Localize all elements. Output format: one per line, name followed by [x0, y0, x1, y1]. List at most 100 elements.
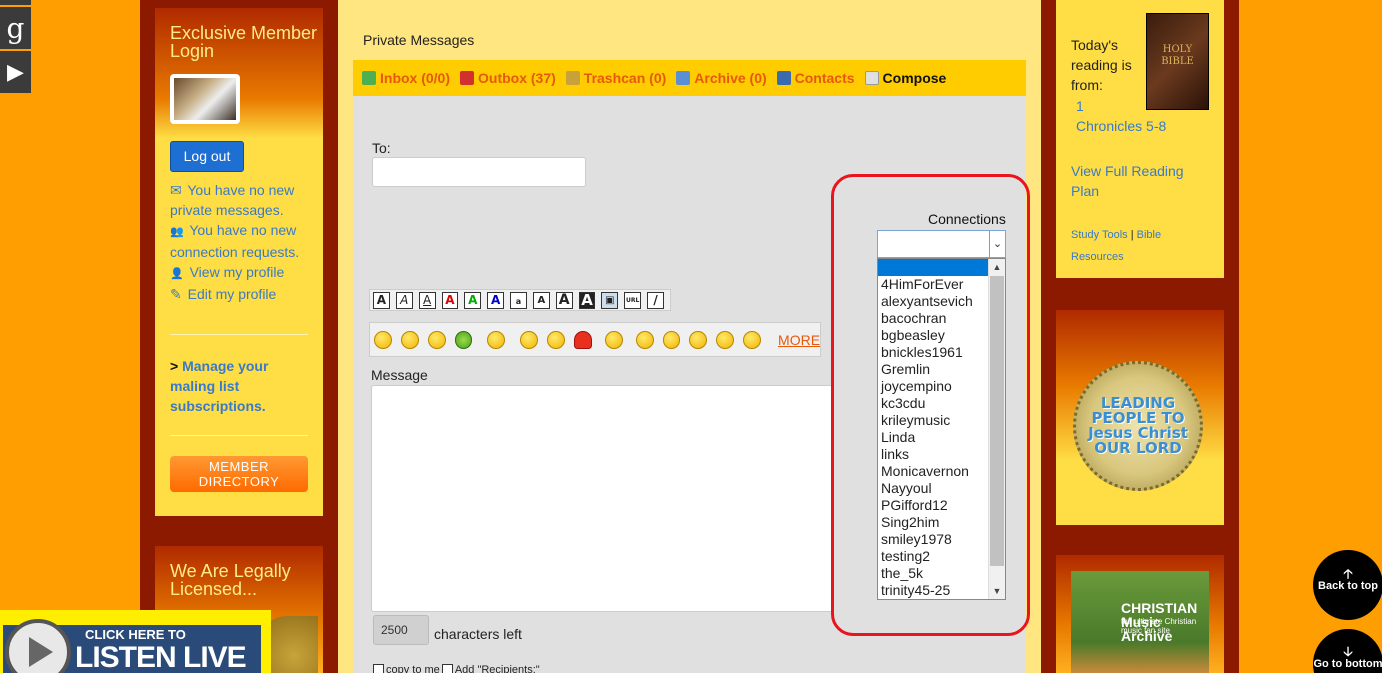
tab-outbox-label: Outbox (37) [478, 70, 556, 86]
chevron-down-icon[interactable]: ⌄ [989, 231, 1005, 257]
divider [170, 334, 308, 335]
heart-icon[interactable] [574, 330, 592, 349]
chars-left-counter: 2500 [373, 615, 429, 645]
tab-trashcan[interactable]: Trashcan (0) [565, 70, 666, 86]
tab-inbox-label: Inbox (0/0) [380, 70, 451, 86]
scroll-down-icon[interactable]: ▼ [989, 583, 1005, 599]
normal-text-button[interactable]: A [532, 291, 550, 309]
italic-button[interactable]: A [395, 291, 413, 309]
christian-music-archive-banner[interactable]: CHRISTIAN Music Archive the ultimate Chr… [1071, 571, 1209, 673]
copy-to-me-checkbox[interactable] [373, 664, 384, 673]
logout-button[interactable]: Log out [170, 141, 244, 172]
connections-option[interactable]: links [878, 446, 1005, 463]
arrow-up-icon: 🡡 [1343, 566, 1353, 581]
play-icon [5, 619, 71, 673]
add-recipients-checkbox[interactable] [441, 664, 453, 673]
reading-reference-link[interactable]: 1 Chronicles 5-8 [1076, 96, 1186, 136]
tab-archive[interactable]: Archive (0) [676, 70, 767, 86]
smiley-icon[interactable] [487, 330, 506, 349]
connections-option[interactable]: Gremlin [878, 361, 1005, 378]
go-to-bottom-button[interactable]: 🡣 Go to bottom [1313, 629, 1382, 673]
strike-button[interactable]: / [647, 291, 664, 309]
smiley-icon[interactable] [374, 330, 392, 349]
huge-text-button[interactable]: A [578, 291, 596, 309]
play-icon[interactable]: ▶ [0, 51, 31, 93]
social-button-top[interactable] [0, 0, 31, 5]
connections-option[interactable]: alexyantsevich [878, 293, 1005, 310]
connections-scrollbar[interactable]: ▲ ▼ [988, 259, 1005, 599]
connections-option-empty[interactable] [878, 259, 989, 276]
study-tools-links: Study Tools | Bible Resources [1071, 224, 1201, 268]
more-smileys-link[interactable]: MORE [778, 332, 820, 348]
small-text-button[interactable]: a [510, 291, 527, 309]
tab-compose[interactable]: Compose [864, 70, 946, 86]
blue-text-button[interactable]: A [487, 291, 505, 309]
connections-option[interactable]: bacochran [878, 310, 1005, 327]
image-icon[interactable]: ▣ [601, 291, 619, 309]
connections-dropdown-list[interactable]: 4HimForEver alexyantsevich bacochran bgb… [877, 258, 1006, 600]
connections-option[interactable]: Sing2him [878, 514, 1005, 531]
connections-option[interactable]: Linda [878, 429, 1005, 446]
login-panel-title: Exclusive Member Login [170, 23, 318, 61]
smiley-icon[interactable] [427, 330, 446, 349]
smiley-icon[interactable] [547, 330, 566, 349]
inbox-icon [362, 71, 376, 85]
red-text-button[interactable]: A [441, 291, 459, 309]
seal-text: LEADING PEOPLE TO Jesus Christ OUR LORD [1088, 394, 1188, 457]
listen-live-banner[interactable]: CLICK HERE TO LISTEN LIVE [0, 610, 271, 673]
member-links: ✉ You have no new private messages. 👥 Yo… [170, 180, 320, 304]
connections-select[interactable]: ⌄ [877, 230, 1006, 258]
full-reading-plan-link[interactable]: View Full Reading Plan [1071, 161, 1211, 201]
connections-option[interactable]: kc3cdu [878, 395, 1005, 412]
smiley-icon[interactable] [689, 330, 708, 349]
smiley-icon[interactable] [662, 330, 681, 349]
url-button[interactable]: URL [624, 291, 642, 309]
smiley-icon[interactable] [716, 330, 735, 349]
bold-button[interactable]: A [373, 291, 390, 309]
to-input[interactable] [372, 157, 586, 187]
green-text-button[interactable]: A [464, 291, 482, 309]
reading-intro: Today's reading is from: [1071, 37, 1132, 93]
private-messages-link[interactable]: ✉ You have no new private messages. [170, 180, 320, 220]
tab-inbox[interactable]: Inbox (0/0) [362, 70, 450, 86]
smiley-icon[interactable] [635, 330, 654, 349]
connections-option[interactable]: joycempino [878, 378, 1005, 395]
smiley-icon[interactable] [520, 330, 539, 349]
connection-requests-link[interactable]: 👥 You have no new connection requests. [170, 220, 320, 262]
smiley-icon[interactable] [604, 330, 623, 349]
study-tools-link[interactable]: Study Tools [1071, 229, 1128, 241]
underline-button[interactable]: A [418, 291, 436, 309]
member-directory-line1: MEMBER [208, 459, 270, 474]
tab-outbox[interactable]: Outbox (37) [460, 70, 556, 86]
smiley-icon[interactable] [454, 330, 473, 349]
connections-option[interactable]: bnickles1961 [878, 344, 1005, 361]
google-plus-icon[interactable]: g [0, 7, 31, 49]
connections-option[interactable]: PGifford12 [878, 497, 1005, 514]
connections-option[interactable]: the_5k [878, 565, 1005, 582]
back-to-top-button[interactable]: 🡡 Back to top [1313, 550, 1382, 620]
large-text-button[interactable]: A [555, 291, 573, 309]
tab-contacts[interactable]: Contacts [776, 70, 855, 86]
smiley-icon[interactable] [400, 330, 419, 349]
smiley-icon[interactable] [743, 330, 762, 349]
connections-option[interactable]: 4HimForEver [878, 276, 1005, 293]
manage-subscriptions-link[interactable]: > Manage your maling list subscriptions. [170, 356, 310, 416]
connections-option[interactable]: Nayyoul [878, 480, 1005, 497]
edit-profile-link[interactable]: ✎ Edit my profile [170, 284, 320, 304]
archive-icon [676, 71, 691, 85]
avatar[interactable] [170, 74, 240, 124]
connections-option[interactable]: smiley1978 [878, 531, 1005, 548]
scroll-thumb[interactable] [990, 276, 1004, 566]
connections-option[interactable]: Monicavernon [878, 463, 1005, 480]
connections-option[interactable]: bgbeasley [878, 327, 1005, 344]
member-directory-button[interactable]: MEMBER DIRECTORY [170, 456, 308, 492]
view-profile-link[interactable]: 👤 View my profile [170, 262, 320, 284]
message-textarea[interactable] [371, 385, 833, 612]
connections-option[interactable]: trinity45-25 [878, 582, 1005, 599]
private-messages-text: You have no new private messages. [170, 182, 295, 218]
scroll-up-icon[interactable]: ▲ [989, 259, 1005, 275]
connections-option[interactable]: krileymusic [878, 412, 1005, 429]
connections-option[interactable]: testing2 [878, 548, 1005, 565]
user-icon: 👤 [170, 268, 184, 280]
tab-archive-label: Archive (0) [694, 70, 767, 86]
